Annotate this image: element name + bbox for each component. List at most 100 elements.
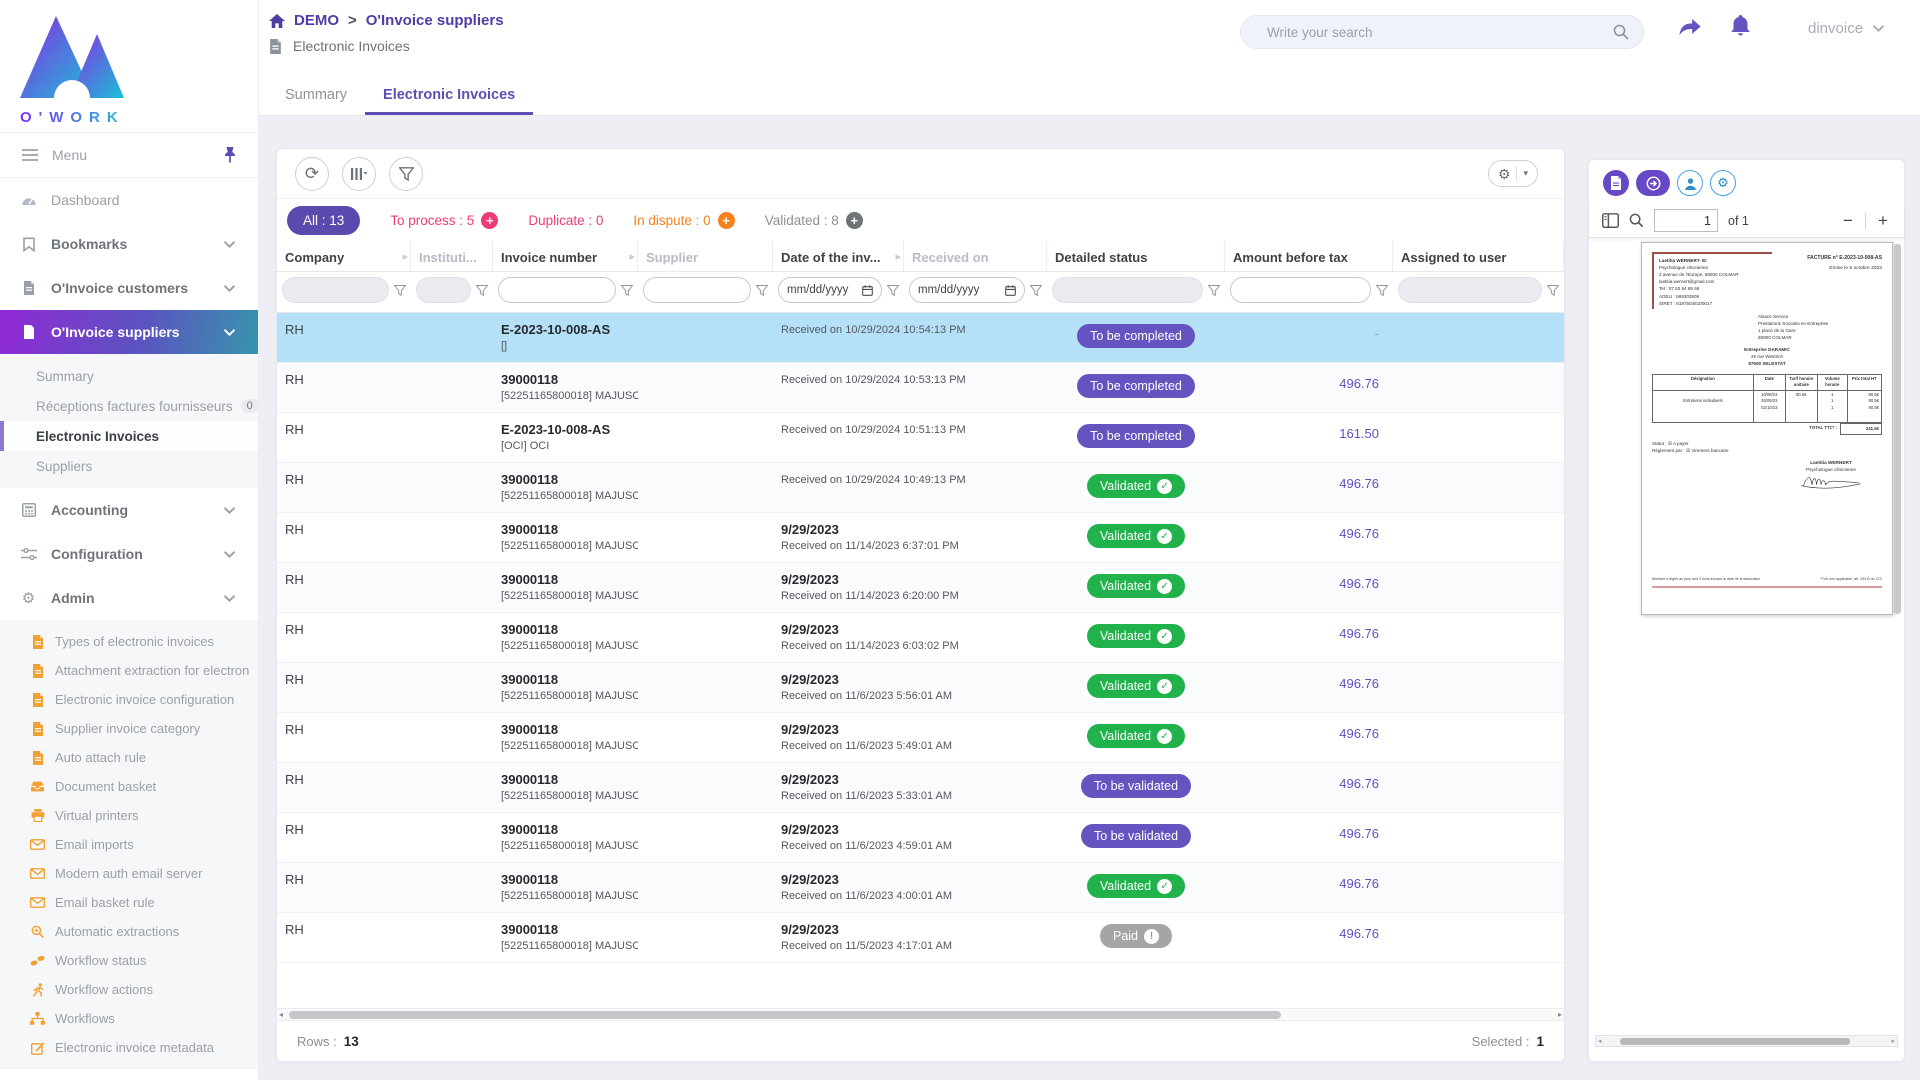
submenu-item-r-ceptions-factures-fournisseurs[interactable]: Réceptions factures fournisseurs0: [0, 391, 258, 421]
funnel-icon[interactable]: [476, 285, 488, 296]
admin-item-email-basket-rule[interactable]: Email basket rule: [0, 888, 258, 917]
breadcrumb-section[interactable]: O'Invoice suppliers: [366, 12, 504, 29]
admin-item-electronic-invoice-configuration[interactable]: Electronic invoice configuration: [0, 685, 258, 714]
admin-item-document-basket[interactable]: Document basket: [0, 772, 258, 801]
submenu-item-electronic-invoices[interactable]: Electronic Invoices: [0, 421, 258, 451]
sidebar-item-admin[interactable]: ⚙Admin: [0, 576, 258, 620]
table-row[interactable]: RH39000118[52251165800018] MAJUSCULE9/29…: [277, 663, 1564, 713]
table-row[interactable]: RH39000118[52251165800018] MAJUSCULE9/29…: [277, 613, 1564, 663]
admin-item-auto-attach-rule[interactable]: Auto attach rule: [0, 743, 258, 772]
pdf-search-icon[interactable]: [1629, 213, 1644, 228]
share-icon[interactable]: [1679, 19, 1701, 36]
tab-electronic-invoices[interactable]: Electronic Invoices: [365, 77, 533, 115]
scroll-left-icon[interactable]: ◂: [279, 1010, 283, 1019]
columns-button[interactable]: [342, 157, 376, 191]
page-number-input[interactable]: [1654, 209, 1718, 232]
table-settings-button[interactable]: ⚙ ▾: [1488, 160, 1538, 187]
pdf-scroll-left-icon[interactable]: ◂: [1598, 1037, 1602, 1045]
column-header-detailed-status[interactable]: Detailed status: [1047, 241, 1225, 271]
horizontal-scrollbar[interactable]: ◂ ▸: [277, 1008, 1564, 1021]
admin-item-modern-auth-email-server[interactable]: Modern auth email server: [0, 859, 258, 888]
sidebar-item-o-invoice-suppliers[interactable]: O'Invoice suppliers: [0, 310, 258, 354]
filter-date-date-of-the-inv[interactable]: mm/dd/yyyy: [778, 277, 882, 303]
filter-select-assigned-to-user[interactable]: [1398, 277, 1542, 303]
chevron-down-icon[interactable]: [221, 507, 238, 514]
global-search[interactable]: [1240, 15, 1644, 49]
search-icon[interactable]: [1613, 24, 1629, 40]
preview-settings-button[interactable]: ⚙: [1710, 170, 1736, 196]
search-input[interactable]: [1267, 25, 1613, 40]
funnel-icon[interactable]: [1547, 285, 1559, 296]
admin-item-electronic-invoice-metadata[interactable]: Electronic invoice metadata: [0, 1033, 258, 1062]
plus-circle-icon[interactable]: +: [481, 212, 498, 229]
filter-tab-validated[interactable]: Validated : 8+: [765, 212, 863, 229]
home-icon[interactable]: [269, 14, 285, 28]
filter-select-instituti[interactable]: [416, 277, 471, 303]
funnel-icon[interactable]: [1208, 285, 1220, 296]
submenu-item-summary[interactable]: Summary: [0, 361, 258, 391]
refresh-button[interactable]: ⟳: [295, 157, 329, 191]
scrollbar-thumb[interactable]: [289, 1011, 1281, 1019]
admin-item-attachment-extraction-for-electron[interactable]: Attachment extraction for electron: [0, 656, 258, 685]
filter-tab-all[interactable]: All : 13: [287, 206, 360, 235]
scroll-right-icon[interactable]: ▸: [1558, 1010, 1562, 1019]
filter-input-amount-before-tax[interactable]: [1230, 277, 1371, 303]
funnel-icon[interactable]: [887, 285, 899, 296]
funnel-icon[interactable]: [621, 285, 633, 296]
chevron-down-icon[interactable]: [221, 241, 238, 248]
filter-input-supplier[interactable]: [643, 277, 751, 303]
column-header-instituti[interactable]: Instituti...: [411, 241, 493, 271]
filter-input-invoice-number[interactable]: [498, 277, 616, 303]
pdf-vertical-scrollbar[interactable]: [1894, 244, 1901, 614]
app-logo[interactable]: O'WORK: [0, 0, 258, 132]
calendar-icon[interactable]: [862, 285, 873, 296]
chevron-down-icon[interactable]: [221, 329, 238, 336]
bell-icon[interactable]: [1731, 15, 1750, 36]
admin-item-workflows[interactable]: Workflows: [0, 1004, 258, 1033]
sidebar-item-bookmarks[interactable]: Bookmarks: [0, 222, 258, 266]
sidebar-item-configuration[interactable]: Configuration: [0, 532, 258, 576]
table-row[interactable]: RH39000118[52251165800018] MAJUSCULE9/29…: [277, 763, 1564, 813]
column-header-amount-before-tax[interactable]: Amount before tax: [1225, 241, 1393, 271]
filter-tab-to-process[interactable]: To process : 5+: [390, 212, 498, 229]
plus-circle-icon[interactable]: +: [846, 212, 863, 229]
zoom-out-button[interactable]: −: [1840, 211, 1856, 231]
admin-item-supplier-invoice-category[interactable]: Supplier invoice category: [0, 714, 258, 743]
pdf-scroll-right-icon[interactable]: ▸: [1891, 1037, 1895, 1045]
chevron-down-icon[interactable]: [221, 551, 238, 558]
funnel-icon[interactable]: [1030, 285, 1042, 296]
table-row[interactable]: RH39000118[52251165800018] MAJUSCULE9/29…: [277, 513, 1564, 563]
open-invoice-button[interactable]: [1636, 170, 1670, 196]
filter-button[interactable]: [389, 157, 423, 191]
filter-date-received-on[interactable]: mm/dd/yyyy: [909, 277, 1025, 303]
table-row[interactable]: RHE-2023-10-008-AS[OCI] OCIReceived on 1…: [277, 413, 1564, 463]
admin-item-types-of-electronic-invoices[interactable]: Types of electronic invoices: [0, 627, 258, 656]
table-row[interactable]: RH39000118[52251165800018] MAJUSCULERece…: [277, 463, 1564, 513]
admin-item-automatic-extractions[interactable]: Automatic extractions: [0, 917, 258, 946]
table-row[interactable]: RH39000118[52251165800018] MAJUSCULE9/29…: [277, 813, 1564, 863]
column-header-date-of-the-inv[interactable]: Date of the inv...▸: [773, 241, 904, 271]
user-menu[interactable]: dinvoice: [1808, 20, 1884, 37]
funnel-icon[interactable]: [1376, 285, 1388, 296]
pdf-scrollbar-thumb[interactable]: [1620, 1038, 1850, 1045]
funnel-icon[interactable]: [756, 285, 768, 296]
breadcrumb-home[interactable]: DEMO: [294, 12, 339, 29]
column-expand-icon[interactable]: ▸: [895, 250, 901, 263]
column-header-company[interactable]: Company▸: [277, 241, 411, 271]
column-expand-icon[interactable]: ▸: [402, 250, 408, 263]
menu-toggle-row[interactable]: Menu: [0, 132, 258, 178]
pin-icon[interactable]: [224, 147, 236, 163]
submenu-item-suppliers[interactable]: Suppliers: [0, 451, 258, 481]
admin-item-workflow-status[interactable]: Workflow status: [0, 946, 258, 975]
filter-select-company[interactable]: [282, 277, 389, 303]
plus-circle-icon[interactable]: +: [718, 212, 735, 229]
hamburger-icon[interactable]: [22, 149, 38, 161]
column-header-assigned-to-user[interactable]: Assigned to user: [1393, 241, 1564, 271]
table-row[interactable]: RH39000118[52251165800018] MAJUSCULE9/29…: [277, 713, 1564, 763]
assign-user-button[interactable]: [1677, 170, 1703, 196]
admin-item-virtual-printers[interactable]: Virtual printers: [0, 801, 258, 830]
table-row[interactable]: RH39000118[52251165800018] MAJUSCULERece…: [277, 363, 1564, 413]
admin-item-workflow-actions[interactable]: Workflow actions: [0, 975, 258, 1004]
filter-tab-in-dispute[interactable]: In dispute : 0+: [633, 212, 734, 229]
funnel-icon[interactable]: [394, 285, 406, 296]
